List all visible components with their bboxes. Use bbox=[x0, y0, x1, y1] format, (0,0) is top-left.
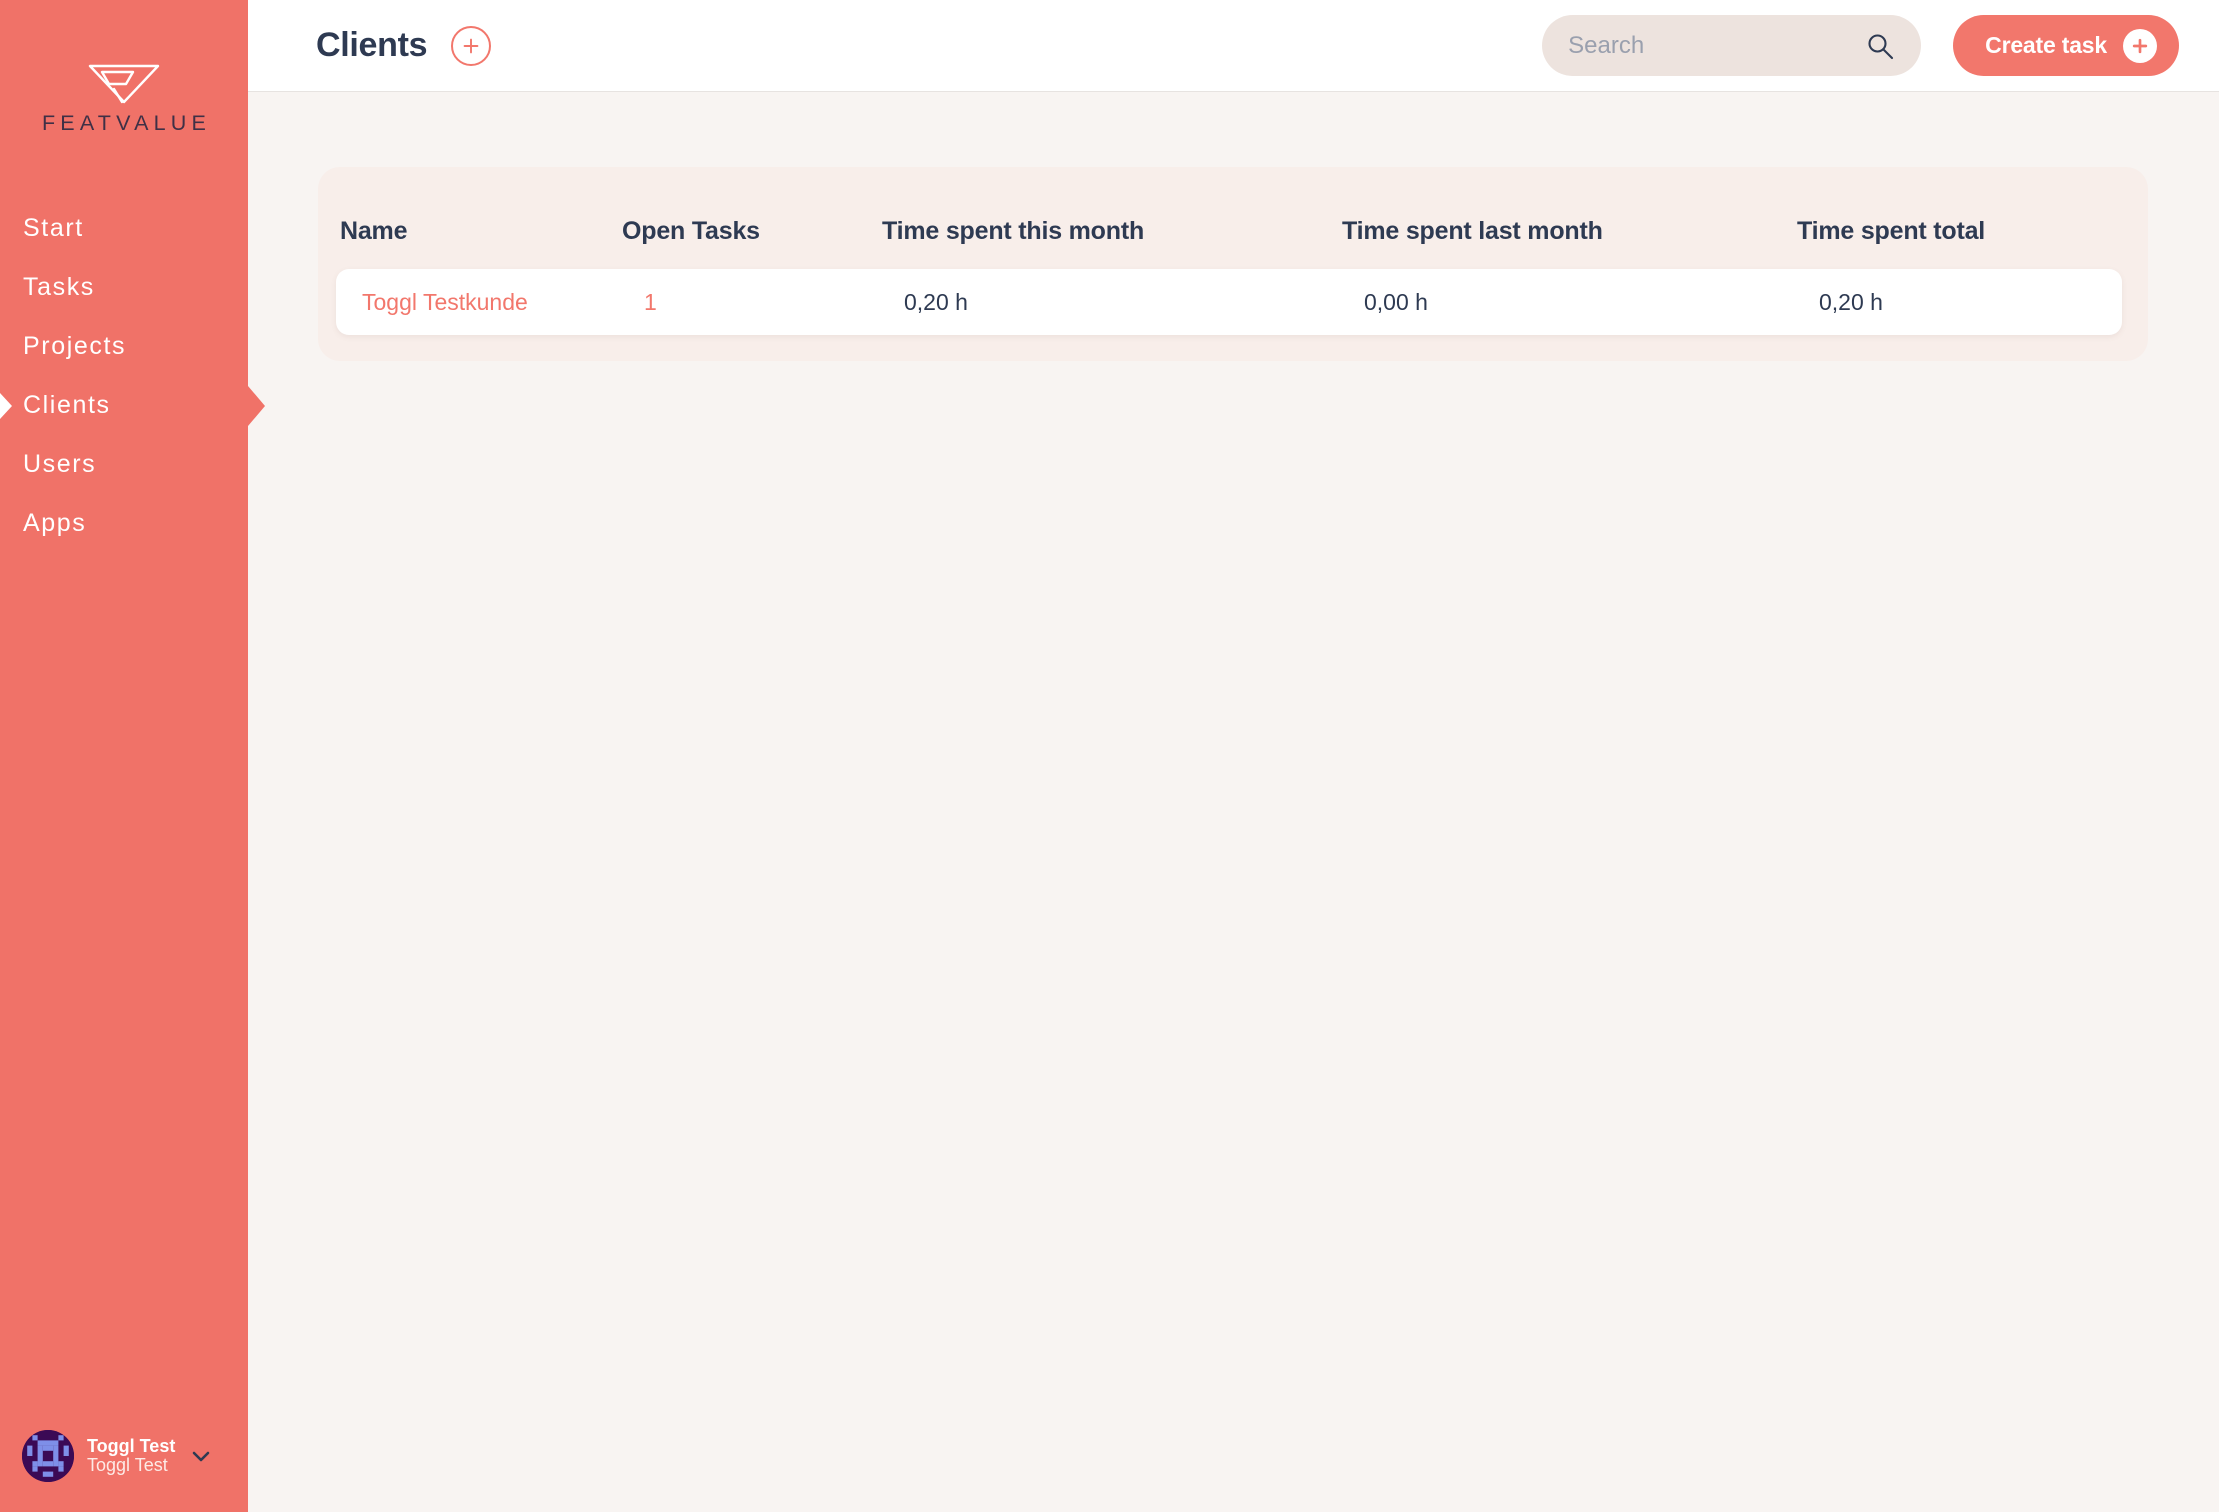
profile-name: Toggl Test bbox=[87, 1435, 176, 1456]
plus-glyph bbox=[2132, 38, 2148, 53]
table-header-row: Name Open Tasks Time spent this month Ti… bbox=[318, 193, 2148, 269]
plus-circle-icon bbox=[463, 38, 479, 53]
main-area: Clients Create task bbox=[248, 0, 2219, 1512]
sidebar-item-tasks[interactable]: Tasks bbox=[0, 258, 248, 317]
profile-subtitle: Toggl Test bbox=[87, 1455, 168, 1475]
add-client-button[interactable] bbox=[451, 25, 492, 66]
sidebar-item-label: Users bbox=[23, 450, 97, 478]
create-task-button[interactable]: Create task bbox=[1953, 15, 2179, 76]
sidebar-item-projects[interactable]: Projects bbox=[0, 317, 248, 376]
table-row[interactable]: Toggl Testkunde 1 0,20 h 0,00 h 0,20 h bbox=[336, 269, 2122, 335]
cell-open-tasks[interactable]: 1 bbox=[644, 289, 904, 316]
brand-logo[interactable]: FEATVALUE bbox=[0, 0, 248, 136]
cell-client-name[interactable]: Toggl Testkunde bbox=[362, 289, 644, 316]
sidebar-item-label: Clients bbox=[23, 391, 111, 419]
brand-wordmark: FEATVALUE bbox=[41, 111, 212, 135]
funnel-triangle-logo-mark bbox=[88, 64, 160, 104]
cell-time-last-month: 0,00 h bbox=[1364, 288, 1428, 315]
app-root: FEATVALUE Start Tasks Projects Clients U… bbox=[0, 0, 2219, 1512]
identicon-avatar bbox=[22, 1430, 74, 1482]
cell-time-this-month: 0,20 h bbox=[904, 288, 968, 315]
create-task-label: Create task bbox=[1985, 32, 2107, 58]
sidebar-item-label: Start bbox=[23, 214, 84, 242]
sidebar-nav: Start Tasks Projects Clients Users Apps bbox=[0, 199, 248, 553]
identicon-pattern bbox=[22, 1430, 74, 1482]
sidebar-item-label: Projects bbox=[23, 332, 127, 360]
sidebar-item-label: Tasks bbox=[23, 273, 95, 301]
sidebar-item-clients[interactable]: Clients bbox=[0, 376, 248, 435]
column-header-time-this-month: Time spent this month bbox=[882, 216, 1145, 245]
clients-table: Name Open Tasks Time spent this month Ti… bbox=[318, 167, 2148, 361]
search-icon[interactable] bbox=[1865, 31, 1895, 61]
sidebar-item-apps[interactable]: Apps bbox=[0, 494, 248, 553]
search-box[interactable] bbox=[1542, 15, 1922, 76]
sidebar-item-users[interactable]: Users bbox=[0, 435, 248, 494]
column-header-name: Name bbox=[340, 216, 408, 245]
column-header-open-tasks: Open Tasks bbox=[622, 216, 760, 245]
column-header-time-total: Time spent total bbox=[1797, 216, 1986, 245]
profile-text: Toggl Test Toggl Test bbox=[87, 1435, 176, 1476]
sidebar: FEATVALUE Start Tasks Projects Clients U… bbox=[0, 0, 248, 1512]
plus-icon bbox=[2123, 28, 2157, 63]
cell-time-total: 0,20 h bbox=[1819, 288, 1883, 315]
chevron-down-icon[interactable] bbox=[189, 1444, 213, 1468]
topbar: Clients Create task bbox=[248, 0, 2219, 92]
page-title: Clients bbox=[316, 26, 428, 64]
column-header-time-last-month: Time spent last month bbox=[1342, 216, 1603, 245]
search-input[interactable] bbox=[1568, 31, 1866, 60]
content-area: Name Open Tasks Time spent this month Ti… bbox=[248, 92, 2219, 1512]
sidebar-item-start[interactable]: Start bbox=[0, 199, 248, 258]
profile-menu[interactable]: Toggl Test Toggl Test bbox=[0, 1430, 248, 1512]
sidebar-item-label: Apps bbox=[23, 509, 87, 537]
